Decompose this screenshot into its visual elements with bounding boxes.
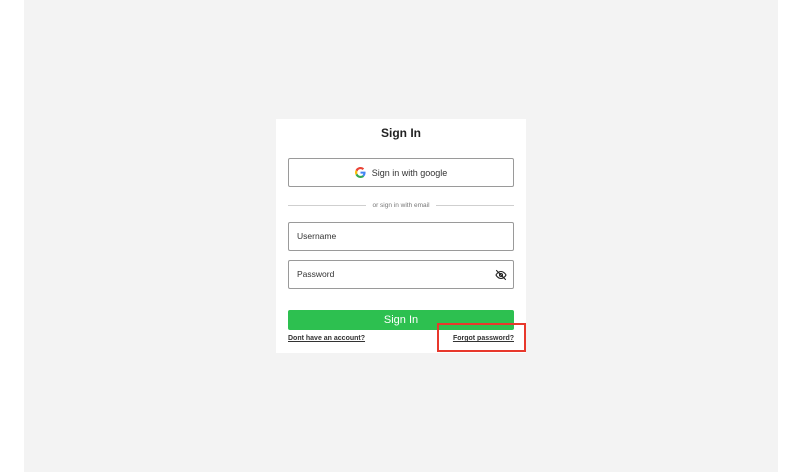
username-input[interactable]	[289, 223, 513, 250]
eye-slash-icon[interactable]	[495, 269, 507, 281]
card-title: Sign In	[381, 126, 421, 140]
divider-text: or sign in with email	[372, 201, 430, 209]
forgot-password-link[interactable]: Forgot password?	[453, 335, 514, 342]
or-divider: or sign in with email	[288, 199, 515, 211]
google-sign-in-label: Sign in with google	[371, 167, 448, 178]
divider-line-left	[288, 204, 367, 206]
google-g-icon	[354, 167, 366, 178]
password-input[interactable]	[289, 261, 513, 288]
password-field[interactable]: Password	[288, 260, 514, 289]
sign-in-card: Sign In Sign in with google or sign in w…	[276, 119, 526, 353]
sign-in-button[interactable]: Sign In	[288, 310, 514, 330]
google-sign-in-button[interactable]: Sign in with google	[288, 158, 514, 187]
divider-line-right	[435, 204, 515, 206]
username-field[interactable]: Username	[288, 222, 514, 251]
create-account-link[interactable]: Dont have an account?	[288, 335, 365, 342]
